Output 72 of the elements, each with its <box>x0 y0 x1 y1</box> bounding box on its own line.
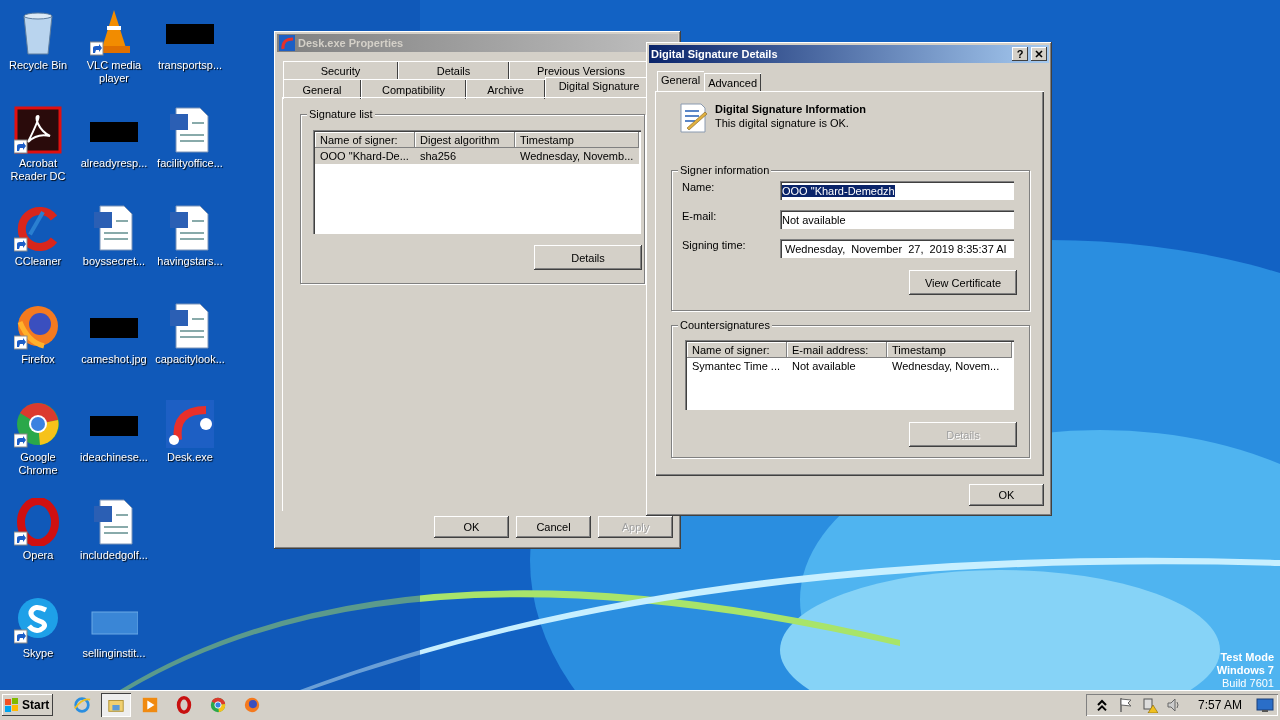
dialog-button[interactable]: Cancel <box>516 516 591 538</box>
status-text: This digital signature is OK. <box>715 117 850 129</box>
start-logo-icon <box>4 697 20 713</box>
ok-button[interactable]: OK <box>969 484 1044 506</box>
help-button[interactable]: ? <box>1012 47 1028 61</box>
desktop-icon-label[interactable]: Opera <box>22 549 54 562</box>
desktop-icon-label[interactable]: havingstars... <box>157 255 223 268</box>
desktop-notice-text: Test Mode <box>1220 651 1274 664</box>
desktop-icon-label[interactable]: Acrobat Reader DC <box>0 157 76 183</box>
desktop-notice-text: Windows 7 <box>1216 664 1274 677</box>
show-desktop-icon[interactable] <box>1256 697 1274 713</box>
chrome-browser-icon[interactable] <box>14 400 62 448</box>
tab[interactable]: General <box>283 79 361 99</box>
text-field[interactable]: Not available <box>780 210 1014 229</box>
desktop-icon-label[interactable]: Desk.exe <box>167 451 213 464</box>
list-row[interactable]: Symantec Time ... Not available Wednesday, Novem... <box>687 358 1012 374</box>
tab[interactable]: Advanced <box>704 73 762 91</box>
desktop-icon-label[interactable]: Google Chrome <box>0 451 76 477</box>
list-row[interactable]: OOO "Khard-De... sha256 Wednesday, Novemb... <box>315 148 639 164</box>
desktop-icon-label[interactable]: includedgolf... <box>80 549 148 562</box>
column-header[interactable]: Name of signer: <box>315 132 415 148</box>
desktop-icon-label[interactable]: Skype <box>22 647 54 660</box>
column-header[interactable]: E-mail address: <box>787 342 887 358</box>
window-title: Desk.exe Properties <box>298 37 405 49</box>
clock[interactable]: 7:57 AM <box>1197 698 1242 712</box>
app-logo-icon <box>279 35 295 51</box>
close-icon <box>1035 50 1043 58</box>
field-label: Signing time: <box>682 239 747 251</box>
details-button[interactable]: Details <box>534 245 642 270</box>
column-header[interactable]: Timestamp <box>515 132 639 148</box>
text-field[interactable]: OOO "Khard-Demedzh <box>780 181 1014 200</box>
desktop-icon-label[interactable]: Firefox <box>21 353 55 366</box>
start-button[interactable]: Start <box>2 694 54 716</box>
column-header[interactable]: Digest algorithm <box>415 132 515 148</box>
info-heading: Digital Signature Information <box>715 103 866 115</box>
pdf-reader-icon[interactable] <box>14 106 62 154</box>
flag-icon[interactable] <box>1117 697 1134 713</box>
field-label: Name: <box>682 181 716 193</box>
tab[interactable]: Archive <box>466 79 545 99</box>
column-header[interactable]: Timestamp <box>887 342 1012 358</box>
group-title: Countersignatures <box>678 319 772 332</box>
network-warning-icon[interactable] <box>1141 697 1158 713</box>
signed-document-icon <box>679 102 709 134</box>
desktop-icon-label[interactable]: alreadyresp... <box>80 157 148 170</box>
desktop-icon-label[interactable]: capacitylook... <box>155 353 225 366</box>
desktop-icon-label[interactable]: boyssecret... <box>82 255 146 268</box>
app-logo-icon[interactable] <box>166 400 214 448</box>
tab[interactable]: Compatibility <box>361 79 466 99</box>
desktop-icon-label[interactable]: Recycle Bin <box>8 59 68 72</box>
folder-icon[interactable] <box>101 693 132 717</box>
desktop-icon-label[interactable]: cameshot.jpg <box>81 353 147 366</box>
text-field[interactable]: Wednesday, November 27, 2019 8:35:37 AI <box>780 239 1014 258</box>
desktop-icon-label[interactable]: VLC media player <box>76 59 152 85</box>
desktop-notice-text: Build 7601 <box>1222 677 1274 690</box>
column-header[interactable]: Name of signer: <box>687 342 787 358</box>
desktop-icon-label[interactable]: facilityoffice... <box>157 157 223 170</box>
tab[interactable]: Details <box>398 61 509 79</box>
view-certificate-button[interactable]: View Certificate <box>909 270 1017 295</box>
desktop-icon-label[interactable]: sellinginstit... <box>82 647 146 660</box>
desktop-icon-label[interactable]: CCleaner <box>14 255 62 268</box>
field-label: E-mail: <box>682 210 718 222</box>
close-button[interactable] <box>1031 47 1047 61</box>
desktop-icon-label[interactable]: transportsp... <box>157 59 223 72</box>
group-title: Signature list <box>307 108 375 121</box>
ring-logo-icon[interactable] <box>14 498 62 546</box>
desktop-icon-label[interactable]: ideachinese... <box>80 451 148 464</box>
window-title: Digital Signature Details <box>651 48 779 60</box>
speaker-icon[interactable] <box>1165 697 1182 713</box>
dialog-button[interactable]: OK <box>434 516 509 538</box>
group-title: Signer information <box>678 164 772 177</box>
tab[interactable]: Security <box>283 61 398 79</box>
tab[interactable]: General <box>657 71 705 91</box>
